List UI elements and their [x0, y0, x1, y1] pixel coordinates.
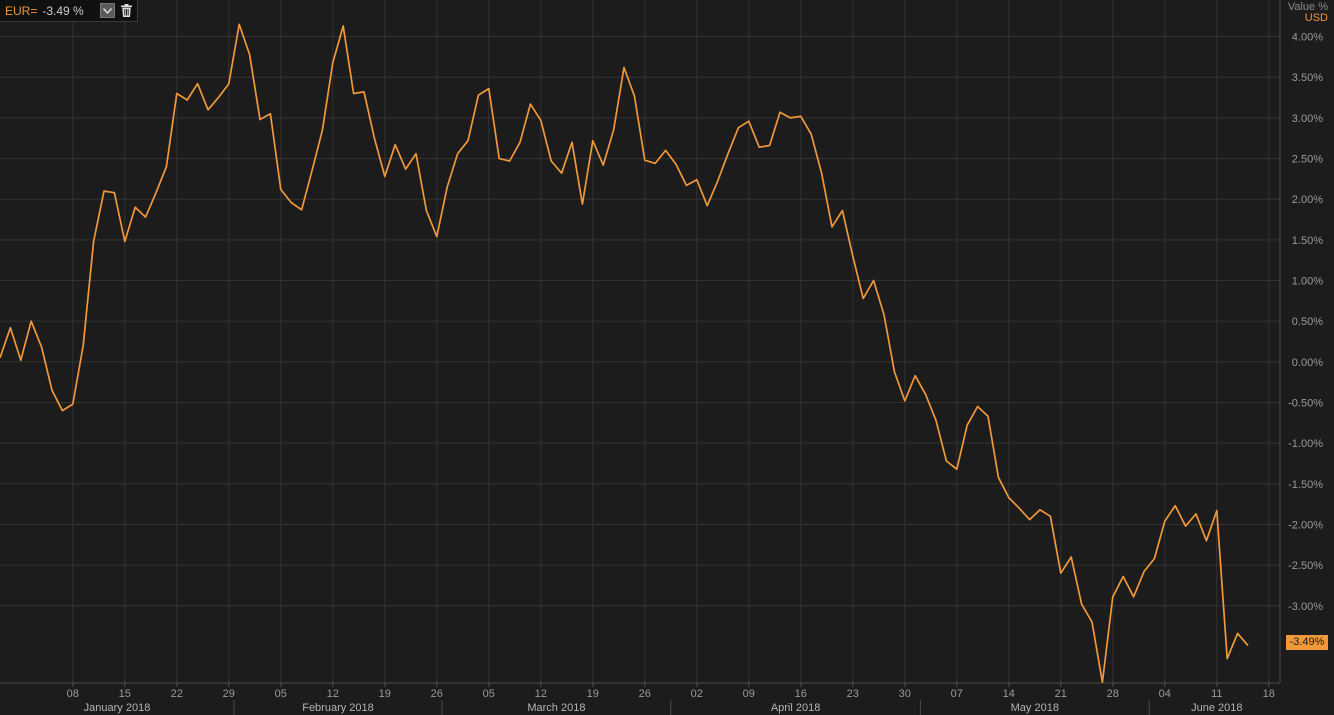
y-tick-label: 2.50% — [1292, 154, 1323, 166]
y-tick-label: -0.50% — [1288, 397, 1323, 409]
chevron-down-icon[interactable] — [100, 3, 115, 18]
y-tick-label: -3.00% — [1288, 601, 1323, 613]
y-tick-label: 2.00% — [1292, 194, 1323, 206]
x-tick-label: 29 — [223, 688, 235, 700]
x-tick-label: 07 — [951, 688, 963, 700]
x-tick-label: 09 — [743, 688, 755, 700]
x-tick-label: 26 — [431, 688, 443, 700]
x-tick-label: 12 — [327, 688, 339, 700]
y-tick-label: 1.00% — [1292, 276, 1323, 288]
plot-area — [0, 0, 1280, 683]
x-tick-label: 11 — [1211, 688, 1222, 700]
x-tick-label: 21 — [1055, 688, 1067, 700]
series-legend: EUR= -3.49 % — [0, 0, 138, 22]
x-tick-label: 18 — [1263, 688, 1275, 700]
last-value-tag: -3.49% — [1286, 635, 1328, 650]
month-label: January 2018 — [84, 702, 151, 714]
month-label: May 2018 — [1011, 702, 1059, 714]
y-tick-label: -2.50% — [1288, 560, 1323, 572]
y-tick-label: -2.00% — [1288, 519, 1323, 531]
y-tick-label: -1.00% — [1288, 438, 1323, 450]
y-tick-label: 4.00% — [1292, 32, 1323, 44]
x-tick-label: 26 — [639, 688, 651, 700]
month-label: March 2018 — [527, 702, 585, 714]
x-tick-label: 12 — [535, 688, 547, 700]
legend-value: -3.49 % — [42, 3, 84, 18]
x-tick-label: 19 — [587, 688, 599, 700]
legend-ric: EUR= — [5, 3, 38, 18]
x-tick-label: 02 — [691, 688, 703, 700]
y-tick-label: -1.50% — [1288, 479, 1323, 491]
month-label: June 2018 — [1191, 702, 1242, 714]
y-tick-label: 0.00% — [1292, 357, 1323, 369]
x-tick-label: 15 — [119, 688, 131, 700]
month-label: February 2018 — [302, 702, 374, 714]
y-tick-label: 0.50% — [1292, 316, 1323, 328]
line-chart: 4.00% 3.50% 3.00% 2.50% 2.00% 1.50% 1.00% 0.50%… — [0, 0, 1323, 715]
x-tick-label: 28 — [1107, 688, 1119, 700]
x-tick-label: 05 — [483, 688, 495, 700]
x-tick-label: 14 — [1003, 688, 1015, 700]
x-tick-label: 08 — [67, 688, 79, 700]
y-tick-label: 3.50% — [1292, 72, 1323, 84]
x-tick-label: 23 — [847, 688, 859, 700]
trash-icon[interactable] — [119, 3, 134, 18]
axis-header-unit: USD — [1304, 12, 1328, 24]
x-tick-label: 19 — [379, 688, 391, 700]
x-tick-label: 04 — [1159, 688, 1171, 700]
x-tick-label: 22 — [171, 688, 183, 700]
y-tick-label: 1.50% — [1292, 235, 1323, 247]
month-label: April 2018 — [771, 702, 821, 714]
x-tick-label: 30 — [899, 688, 911, 700]
x-tick-label: 16 — [795, 688, 807, 700]
x-tick-label: 05 — [275, 688, 287, 700]
y-tick-label: 3.00% — [1292, 113, 1323, 125]
